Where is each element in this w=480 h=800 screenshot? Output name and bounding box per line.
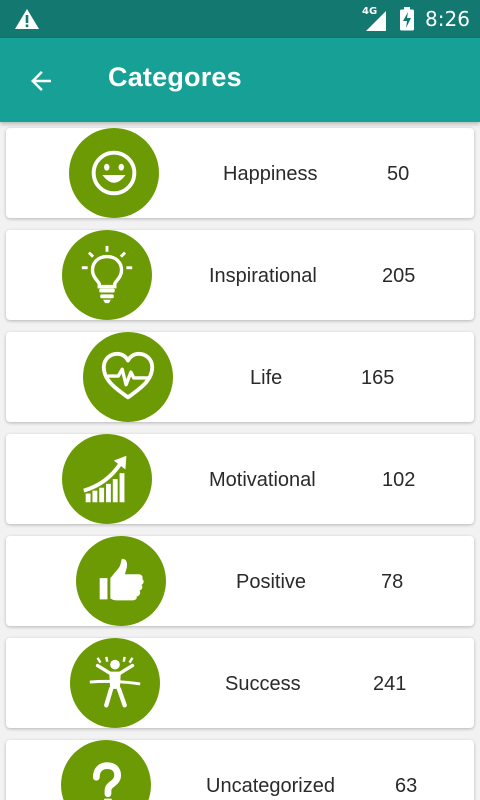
category-label: Life — [250, 367, 283, 389]
category-label: Positive — [236, 571, 307, 593]
category-count: 165 — [361, 367, 395, 389]
category-count: 241 — [373, 673, 407, 695]
heart-pulse-icon — [83, 332, 173, 422]
category-label: Motivational — [209, 469, 316, 491]
back-arrow-icon[interactable] — [24, 64, 58, 98]
category-count: 205 — [382, 265, 416, 287]
winner-icon — [70, 638, 160, 728]
page-title: Categores — [108, 62, 242, 92]
question-mark-icon — [61, 740, 151, 800]
category-card-success[interactable]: Success 241 — [6, 638, 474, 728]
signal-icon: 4G — [360, 6, 390, 32]
category-card-happiness[interactable]: Happiness 50 — [6, 128, 474, 218]
category-card-inspirational[interactable]: Inspirational 205 — [6, 230, 474, 320]
growth-chart-icon — [62, 434, 152, 524]
category-count: 50 — [387, 163, 410, 185]
category-count: 78 — [381, 571, 404, 593]
battery-charging-icon — [399, 7, 415, 31]
thumbs-up-icon — [76, 536, 166, 626]
category-label: Success — [225, 673, 301, 695]
category-card-life[interactable]: Life 165 — [6, 332, 474, 422]
category-label: Inspirational — [209, 265, 317, 287]
lightbulb-icon — [62, 230, 152, 320]
category-card-motivational[interactable]: Motivational 102 — [6, 434, 474, 524]
clock: 8:26 — [425, 7, 470, 31]
warning-icon — [14, 8, 40, 30]
category-label: Uncategorized — [206, 775, 335, 797]
category-count: 102 — [382, 469, 416, 491]
category-card-uncategorized[interactable]: Uncategorized 63 — [6, 740, 474, 800]
smiley-icon — [69, 128, 159, 218]
category-label: Happiness — [223, 163, 318, 185]
category-count: 63 — [395, 775, 418, 797]
app-bar: Categores — [0, 38, 480, 122]
status-bar: 4G 8:26 — [0, 0, 480, 38]
category-card-positive[interactable]: Positive 78 — [6, 536, 474, 626]
